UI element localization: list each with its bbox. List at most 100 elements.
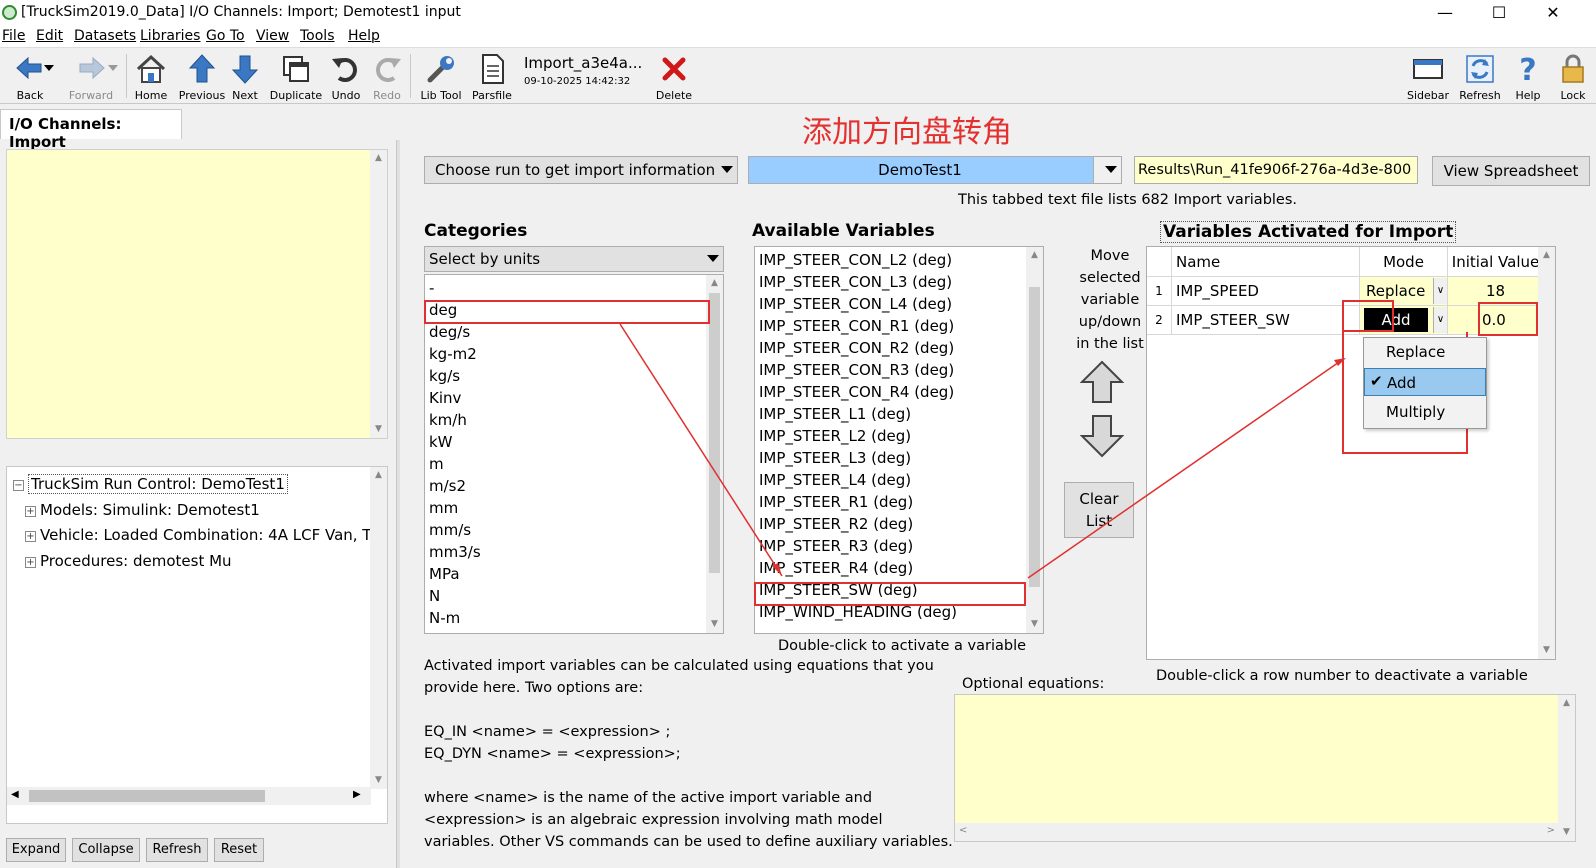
menu-view[interactable]: View [256,28,289,44]
column-header-mode[interactable]: Mode [1359,247,1447,277]
tree-root[interactable]: − TruckSim Run Control: DemoTest1 [13,474,288,494]
list-item[interactable]: kg/s [429,367,460,385]
forward-dropdown-icon[interactable] [108,64,118,72]
maximize-button[interactable]: ☐ [1484,2,1514,24]
list-item[interactable]: kg-m2 [429,345,477,363]
scroll-up-icon[interactable]: ▲ [370,150,387,167]
list-item[interactable]: IMP_STEER_R1 (deg) [759,493,913,511]
row-name[interactable]: IMP_STEER_SW [1171,306,1359,335]
scroll-up-icon[interactable]: ▲ [706,275,723,292]
list-item[interactable]: IMP_STEER_L3 (deg) [759,449,911,467]
mode-dropdown-menu[interactable]: Replace ✔ Add Multiply [1363,337,1487,429]
list-item[interactable]: mm3/s [429,543,481,561]
scroll-right-icon[interactable]: ▶ [353,789,361,800]
list-item[interactable]: N [429,587,440,605]
list-item[interactable]: MPa [429,565,460,583]
eq-vscrollbar[interactable]: ▲ ▼ [1558,695,1575,841]
menu-option-add[interactable]: ✔ Add [1364,368,1486,396]
column-header-name[interactable]: Name [1171,247,1359,277]
available-variables-list[interactable]: IMP_STEER_CON_L2 (deg) IMP_STEER_CON_L3 … [754,246,1044,634]
list-item[interactable]: mm/s [429,521,471,539]
tab-io-channels-import[interactable]: I/O Channels: Import [0,109,182,151]
eq-hscrollbar[interactable]: < > [955,823,1559,841]
list-item[interactable]: m/s2 [429,477,466,495]
list-item[interactable]: km/h [429,411,467,429]
next-button[interactable]: Next [228,50,262,102]
delete-button[interactable]: Delete [652,50,696,102]
scroll-right-icon[interactable]: > [1547,825,1555,836]
row-number[interactable]: 2 [1147,306,1171,335]
scroll-left-icon[interactable]: ◀ [11,789,19,800]
menu-libraries[interactable]: Libraries [140,28,200,44]
scroll-down-icon[interactable]: ▼ [1538,642,1555,659]
category-filter-combo[interactable]: Select by units [424,246,724,272]
chevron-down-icon[interactable]: ∨ [1433,307,1447,333]
list-item[interactable]: IMP_STEER_R2 (deg) [759,515,913,533]
scroll-up-icon[interactable]: ▲ [1026,247,1043,264]
list-item[interactable]: IMP_STEER_CON_L3 (deg) [759,273,952,291]
move-down-arrow-icon[interactable] [1080,414,1124,458]
list-item[interactable]: IMP_STEER_R3 (deg) [759,537,913,555]
categories-scrollbar[interactable]: ▲ ▼ [706,275,723,633]
scroll-thumb[interactable] [1029,287,1040,587]
results-path-field[interactable]: Results\Run_41fe906f-276a-4d3e-800 [1134,156,1418,184]
scroll-down-icon[interactable]: ▼ [706,616,723,633]
scroll-down-icon[interactable]: ▼ [370,421,387,438]
list-item[interactable]: IMP_STEER_R4 (deg) [759,559,913,577]
menu-file[interactable]: File [2,28,25,44]
library-notes-area[interactable]: ▲ ▼ [6,149,388,439]
lib-tool-button[interactable]: Lib Tool [418,50,464,102]
scroll-left-icon[interactable]: < [959,825,967,836]
column-header-initial-value[interactable]: Initial Value [1447,247,1543,277]
tree-refresh-button[interactable]: Refresh [146,838,208,862]
list-item[interactable]: IMP_STEER_L1 (deg) [759,405,911,423]
tree-item-procedures[interactable]: + Procedures: demotest Mu [25,552,232,570]
previous-button[interactable]: Previous [178,50,226,102]
list-item[interactable]: IMP_STEER_CON_L4 (deg) [759,295,952,313]
list-item[interactable]: IMP_STEER_CON_R3 (deg) [759,361,954,379]
scroll-down-icon[interactable]: ▼ [370,772,387,789]
run-control-tree[interactable]: − TruckSim Run Control: DemoTest1 + Models… [6,466,388,824]
menu-datasets[interactable]: Datasets [74,28,136,44]
tree-hscrollbar[interactable]: ◀ ▶ [7,787,371,805]
list-item[interactable]: N-m [429,609,460,627]
list-item[interactable]: IMP_STEER_L4 (deg) [759,471,911,489]
tree-vscrollbar[interactable]: ▲ ▼ [370,467,387,789]
redo-button[interactable]: Redo [370,50,404,102]
list-item[interactable]: IMP_STEER_CON_R1 (deg) [759,317,954,335]
list-item[interactable]: Kinv [429,389,461,407]
view-spreadsheet-button[interactable]: View Spreadsheet [1432,156,1590,186]
minimize-button[interactable]: — [1430,2,1460,24]
panel-splitter[interactable] [396,140,400,868]
optional-equations-input[interactable]: < > ▲ ▼ [954,694,1576,842]
notes-scrollbar[interactable]: ▲ ▼ [370,150,387,438]
help-button[interactable]: ? Help [1510,50,1546,102]
home-button[interactable]: Home [131,50,171,102]
menu-goto[interactable]: Go To [206,28,245,44]
undo-button[interactable]: Undo [328,50,364,102]
tree-item-vehicle[interactable]: + Vehicle: Loaded Combination: 4A LCF Van… [25,526,378,544]
scroll-thumb[interactable] [709,293,720,573]
scroll-up-icon[interactable]: ▲ [370,467,387,484]
lock-button[interactable]: Lock [1554,50,1592,102]
move-up-arrow-icon[interactable] [1080,360,1124,404]
clear-list-button[interactable]: Clear List [1064,482,1134,538]
categories-list[interactable]: - deg deg/s kg-m2 kg/s Kinv km/h kW m m/… [424,274,724,634]
expand-icon[interactable]: + [25,506,36,517]
parsfile-button[interactable]: Parsfile [472,50,512,102]
row-number[interactable]: 1 [1147,277,1171,306]
list-item[interactable]: deg/s [429,323,470,341]
list-item[interactable]: IMP_STEER_CON_L2 (deg) [759,251,952,269]
tree-item-models[interactable]: + Models: Simulink: Demotest1 [25,501,260,519]
run-select-combo[interactable]: Choose run to get import information [424,156,738,184]
menu-help[interactable]: Help [348,28,380,44]
scroll-down-icon[interactable]: ▼ [1558,824,1575,841]
menu-option-multiply[interactable]: Multiply [1364,398,1486,426]
list-item[interactable]: IMP_STEER_CON_R4 (deg) [759,383,954,401]
refresh-button[interactable]: Refresh [1456,50,1504,102]
expand-icon[interactable]: + [25,557,36,568]
reset-button[interactable]: Reset [214,838,264,862]
back-button[interactable]: Back [4,50,56,102]
expand-button[interactable]: Expand [6,838,66,862]
table-scrollbar[interactable]: ▲ ▼ [1538,247,1555,659]
